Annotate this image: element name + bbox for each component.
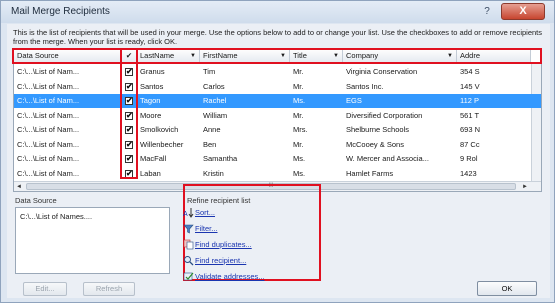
table-row[interactable]: C:\...\List of Nam... ✔ Granus Tim Mr. Virgin… [14,65,541,79]
table-cell-addr: 354 S [460,67,480,76]
table-row[interactable]: C:\...\List of Nam... ✔ Moore William Mr. Div… [14,109,541,123]
table-row[interactable]: C:\...\List of Nam... ✔ MacFall Samantha Ms.… [14,152,541,166]
table-cell-first: William [203,110,228,120]
table-cell-title: Ms. [293,96,306,105]
table-cell-addr: 145 V [460,81,480,91]
table-cell-title: Mr. [293,139,304,149]
close-button[interactable]: X [501,3,545,20]
table-cell-source: C:\...\List of Nam... [17,110,80,120]
data-source-list[interactable]: C:\...\List of Names.... [15,207,170,274]
table-cell-last: Tagon [140,96,161,105]
table-cell-addr: 9 Rol [460,154,478,163]
table-cell-last: Laban [140,168,161,178]
table-cell-source: C:\...\List of Nam... [17,125,80,134]
table-cell-title: Ms. [293,168,306,178]
table-cell-addr: 561 T [460,110,480,120]
table-cell-company: Shelburne Schools [346,125,409,134]
table-cell-company: Santos Inc. [346,81,384,91]
table-cell-first: Samantha [203,154,238,163]
table-cell-first: Rachel [203,96,227,105]
help-button[interactable]: ? [477,4,497,19]
svg-text:A: A [183,211,188,218]
recipients-table[interactable]: Data Source ✔ LastName ▼ FirstName ▼ Title… [13,49,542,192]
table-cell-source: C:\...\List of Nam... [17,168,80,178]
table-cell-company: Diversified Corporation [346,110,423,120]
table-cell-last: Granus [140,67,165,76]
table-cell-company: Hamlet Farms [346,168,394,178]
table-cell-first: Carlos [203,81,225,91]
find-duplicates-link[interactable]: Find duplicates... [195,239,252,250]
find-recipient-link[interactable]: Find recipient... [195,255,246,266]
table-cell-source: C:\...\List of Nam... [17,96,80,105]
table-cell-company: McCooey & Sons [346,139,404,149]
table-cell-title: Mr. [293,110,304,120]
table-row[interactable]: C:\...\List of Nam... ✔ Santos Carlos Mr. San… [14,80,541,94]
table-cell-company: EGS [346,96,362,105]
table-cell-first: Ben [203,139,217,149]
header-highlight [12,48,542,64]
table-cell-source: C:\...\List of Nam... [17,81,80,91]
table-cell-last: Smolkovich [140,125,179,134]
edit-button[interactable]: Edit... [23,282,67,296]
table-cell-last: Santos [140,81,164,91]
dialog-body: This is the list of recipients that will… [7,24,550,298]
table-cell-title: Mr. [293,81,304,91]
validate-addresses-link[interactable]: Validate addresses... [195,271,265,282]
refresh-button[interactable]: Refresh [83,282,135,296]
table-row[interactable]: C:\...\List of Nam... ✔ Laban Kristin Ms. Ham… [14,167,541,181]
table-cell-title: Mrs. [293,125,308,134]
checkbox-column-highlight [120,48,138,179]
table-cell-source: C:\...\List of Nam... [17,154,80,163]
table-cell-source: C:\...\List of Nam... [17,67,80,76]
table-cell-title: Mr. [293,67,304,76]
table-cell-addr: 693 N [460,125,481,134]
table-cell-first: Tim [203,67,216,76]
table-cell-last: MacFall [140,154,167,163]
table-cell-addr: 87 Cc [460,139,480,149]
table-row[interactable]: C:\...\List of Nam... ✔ Willenbecher Ben Mr.… [14,138,541,152]
table-row[interactable]: C:\...\List of Nam... ✔ Tagon Rachel Ms. EGS 1… [14,94,541,108]
find-duplicates-icon [183,239,194,250]
table-cell-source: C:\...\List of Nam... [17,139,80,149]
dialog-title: Mail Merge Recipients [11,6,110,17]
sort-link[interactable]: Sort... [195,207,215,218]
table-row[interactable]: C:\...\List of Nam... ✔ Smolkovich Anne Mrs.… [14,123,541,137]
table-cell-company: Virginia Conservation [346,67,418,76]
table-cell-last: Willenbecher [140,139,184,149]
instructions-text: This is the list of recipients that will… [13,28,543,46]
table-cell-addr: 1423 [460,168,477,178]
table-cell-last: Moore [140,110,162,120]
data-source-item[interactable]: C:\...\List of Names.... [20,212,92,221]
validate-addresses-icon [183,272,194,281]
mail-merge-recipients-dialog: Mail Merge Recipients ? X This is the li… [0,0,555,303]
scroll-left-icon[interactable]: ◄ [14,182,24,191]
find-recipient-icon [184,256,194,266]
table-cell-first: Kristin [203,168,224,178]
table-cell-first: Anne [203,125,221,134]
title-bar: Mail Merge Recipients ? X [1,1,554,23]
table-cell-title: Ms. [293,154,306,163]
scroll-right-icon[interactable]: ► [520,182,530,191]
table-cell-company: W. Mercer and Associa... [346,154,429,163]
sort-icon: A [183,208,194,218]
ok-button[interactable]: OK [477,281,537,296]
filter-icon [183,224,194,234]
table-cell-addr: 112 P [460,96,480,105]
filter-link[interactable]: Filter... [195,223,218,234]
data-source-label: Data Source [15,196,57,205]
